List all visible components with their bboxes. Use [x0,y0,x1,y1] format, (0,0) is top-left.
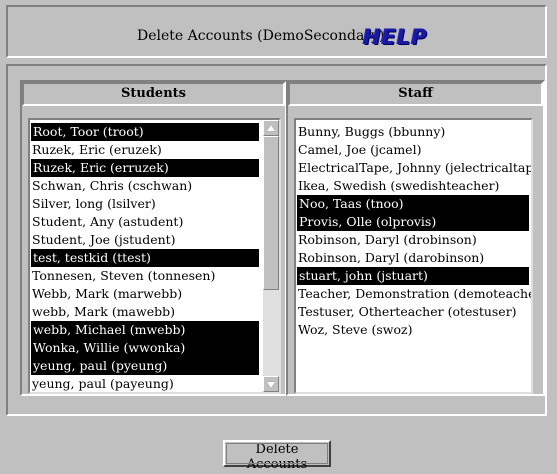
students-list-item[interactable]: Root, Toor (troot) [31,123,259,141]
staff-list-item[interactable]: Noo, Taas (tnoo) [297,195,529,213]
students-list-item[interactable]: yeung, paul (pyeung) [31,357,259,375]
staff-panel: Staff Bunny, Buggs (bbunny) Camel, Joe (j… [286,80,545,396]
staff-list-item[interactable]: Testuser, Otherteacher (otestuser) [296,303,529,321]
students-list-item[interactable]: webb, Mark (mawebb) [30,303,259,321]
staff-list-item[interactable]: ElectricalTape, Johnny (jelectricaltape) [296,159,531,177]
help-link[interactable]: HELP [363,25,428,49]
students-list-item[interactable]: Schwan, Chris (cschwan) [30,177,259,195]
down-arrow-icon [267,382,275,388]
scroll-up-button[interactable] [263,120,279,136]
students-list-item[interactable]: Webb, Mark (marwebb) [30,285,259,303]
students-list-item[interactable]: Silver, long (lsilver) [30,195,259,213]
students-list-item[interactable]: Tonnesen, Steven (tonnesen) [30,267,259,285]
accounts-frame: Students Root, Toor (troot) Ruzek, Eric (… [6,64,547,416]
students-panel: Students Root, Toor (troot) Ruzek, Eric (… [20,80,287,396]
staff-list-item[interactable]: Robinson, Daryl (drobinson) [296,231,529,249]
students-list-item[interactable]: webb, Michael (mwebb) [31,321,259,339]
staff-list-item[interactable]: Ikea, Swedish (swedishteacher) [296,177,529,195]
students-list-item[interactable]: Student, Joe (jstudent) [30,231,259,249]
students-list-item[interactable]: test, testkid (ttest) [31,249,259,267]
staff-list-item[interactable]: stuart, john (jstuart) [297,267,529,285]
students-list-item[interactable]: Ruzek, Eric (erruzek) [31,159,259,177]
students-scrollbar[interactable] [263,120,279,392]
staff-list-item[interactable]: Provis, Olle (olprovis) [297,213,529,231]
staff-list-item[interactable]: Teacher, Demonstration (demoteacher) [296,285,531,303]
students-list-item[interactable]: Wonka, Willie (wwonka) [31,339,259,357]
students-items: Root, Toor (troot) Ruzek, Eric (eruzek) Ru… [30,120,259,392]
staff-header: Staff [288,82,543,106]
delete-accounts-button[interactable]: Delete Accounts [223,440,331,472]
page-title: Delete Accounts (DemoSecondary) [137,28,385,44]
scroll-down-button[interactable] [263,376,279,392]
staff-list-item[interactable]: Woz, Steve (swoz) [296,321,529,339]
staff-items: Bunny, Buggs (bbunny) Camel, Joe (jcamel)… [296,120,531,339]
students-list-item[interactable]: Student, Any (astudent) [30,213,259,231]
staff-listbox[interactable]: Bunny, Buggs (bbunny) Camel, Joe (jcamel)… [294,118,533,394]
students-list-item[interactable]: yeung, paul (payeung) [30,375,259,392]
staff-list-item[interactable]: Bunny, Buggs (bbunny) [296,123,529,141]
header-frame: Delete Accounts (DemoSecondary) HELP [6,5,547,58]
students-list-item[interactable]: Ruzek, Eric (eruzek) [30,141,259,159]
staff-list-item[interactable]: Camel, Joe (jcamel) [296,141,529,159]
scroll-thumb[interactable] [263,136,279,290]
students-header: Students [22,82,285,106]
up-arrow-icon [267,125,275,131]
students-listbox[interactable]: Root, Toor (troot) Ruzek, Eric (eruzek) Ru… [28,118,281,394]
staff-list-item[interactable]: Robinson, Daryl (darobinson) [296,249,529,267]
